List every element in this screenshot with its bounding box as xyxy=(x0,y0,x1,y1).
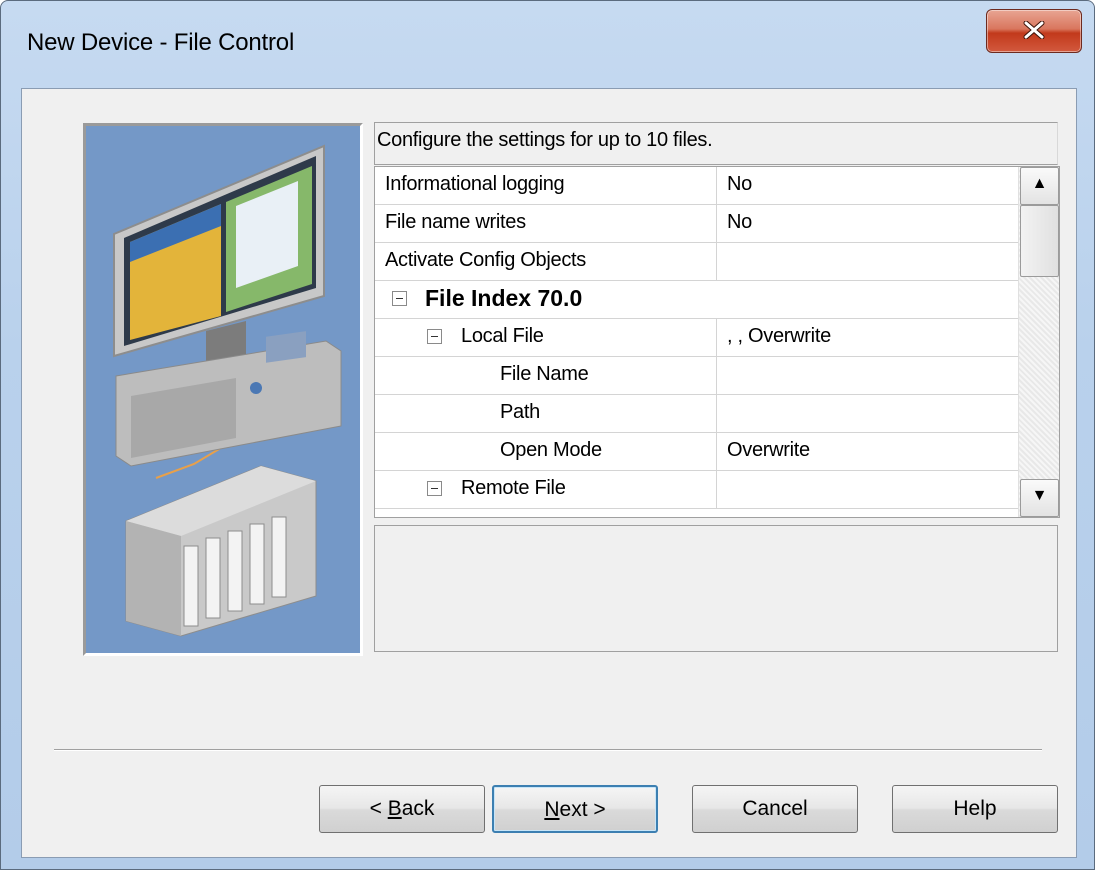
column-separator xyxy=(716,433,717,470)
property-name: Activate Config Objects xyxy=(385,249,586,271)
arrow-down-icon: ▼ xyxy=(1031,487,1048,504)
grid-row-local-file[interactable]: Local File , , Overwrite xyxy=(375,319,1018,357)
window-title: New Device - File Control xyxy=(27,29,295,56)
grid-row-file-name-writes[interactable]: File name writes No xyxy=(375,205,1018,243)
title-bar[interactable]: New Device - File Control xyxy=(1,1,1094,89)
column-separator xyxy=(716,243,717,280)
property-name: Informational logging xyxy=(385,173,565,195)
hint-box: Configure the settings for up to 10 file… xyxy=(374,122,1058,165)
back-button[interactable]: < Back xyxy=(319,785,485,833)
collapse-icon[interactable] xyxy=(427,329,442,344)
close-icon xyxy=(1023,21,1045,39)
grid-row-remote-file[interactable]: Remote File xyxy=(375,471,1018,509)
scroll-thumb[interactable] xyxy=(1020,205,1059,277)
grid-row-informational-logging[interactable]: Informational logging No xyxy=(375,167,1018,205)
close-button[interactable] xyxy=(986,9,1082,53)
property-grid[interactable]: Informational logging No File name write… xyxy=(374,166,1060,518)
next-button-label: Next > xyxy=(544,798,606,821)
column-separator xyxy=(716,471,717,508)
vertical-scrollbar[interactable]: ▲ ▼ xyxy=(1018,167,1059,517)
category-name: File Index 70.0 xyxy=(425,285,583,311)
column-separator xyxy=(716,319,717,356)
help-button[interactable]: Help xyxy=(892,785,1058,833)
grid-row-open-mode[interactable]: Open Mode Overwrite xyxy=(375,433,1018,471)
wizard-illustration xyxy=(83,123,363,656)
property-name: Open Mode xyxy=(500,439,602,461)
grid-row-file-name[interactable]: File Name xyxy=(375,357,1018,395)
property-name: Remote File xyxy=(461,477,566,499)
cancel-button[interactable]: Cancel xyxy=(692,785,858,833)
column-separator xyxy=(716,167,717,204)
property-name: File Name xyxy=(500,363,589,385)
footer-divider xyxy=(54,749,1042,751)
dialog-window: New Device - File Control Configure the … xyxy=(0,0,1095,870)
property-name: File name writes xyxy=(385,211,526,233)
hint-text: Configure the settings for up to 10 file… xyxy=(377,129,713,151)
property-value[interactable]: , , Overwrite xyxy=(727,325,831,348)
dialog-client-area: Configure the settings for up to 10 file… xyxy=(21,88,1077,858)
column-separator xyxy=(716,395,717,432)
grid-row-path[interactable]: Path xyxy=(375,395,1018,433)
help-button-label: Help xyxy=(953,797,997,820)
scroll-up-button[interactable]: ▲ xyxy=(1020,167,1059,205)
grid-row-activate-config-objects[interactable]: Activate Config Objects xyxy=(375,243,1018,281)
next-button[interactable]: Next > xyxy=(492,785,658,833)
property-value[interactable]: Overwrite xyxy=(727,439,810,462)
property-value[interactable]: No xyxy=(727,211,752,234)
collapse-icon[interactable] xyxy=(392,291,407,306)
property-name: Local File xyxy=(461,325,544,347)
collapse-icon[interactable] xyxy=(427,481,442,496)
property-name: Path xyxy=(500,401,540,423)
back-button-label: < Back xyxy=(369,797,435,820)
arrow-up-icon: ▲ xyxy=(1031,175,1048,192)
column-separator xyxy=(716,357,717,394)
description-area xyxy=(374,525,1058,652)
computer-plc-illustration xyxy=(113,144,342,637)
grid-category-file-index[interactable]: File Index 70.0 xyxy=(375,281,1018,319)
property-value[interactable]: No xyxy=(727,173,752,196)
column-separator xyxy=(716,205,717,242)
cancel-button-label: Cancel xyxy=(742,797,808,820)
scroll-down-button[interactable]: ▼ xyxy=(1020,479,1059,517)
